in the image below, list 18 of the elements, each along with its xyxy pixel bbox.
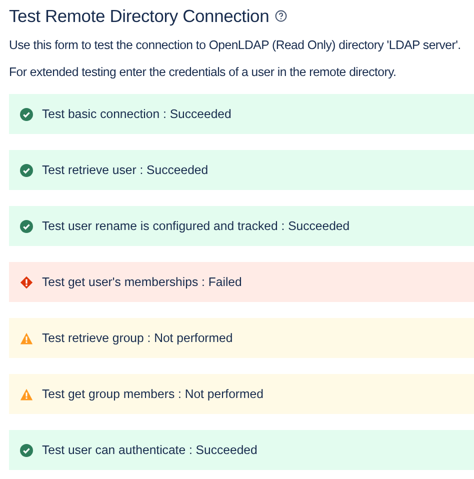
result-text: Test retrieve user : Succeeded [42, 163, 208, 177]
check-circle-icon [20, 220, 33, 232]
error-icon [20, 276, 33, 288]
warning-icon [20, 388, 33, 400]
result-text: Test retrieve group : Not performed [42, 331, 233, 345]
description-text: Use this form to test the connection to OpenLDAP (Read Only) directory 'LDAP server'. [9, 37, 462, 54]
check-circle-icon [20, 444, 33, 456]
result-text: Test basic connection : Succeeded [42, 107, 232, 121]
page-title: Test Remote Directory Connection [9, 6, 270, 26]
check-circle-icon [20, 164, 33, 176]
result-text: Test user can authenticate : Succeeded [42, 443, 258, 457]
result-text: Test get user's memberships : Failed [42, 275, 242, 289]
result-text: Test get group members : Not performed [42, 387, 264, 401]
result-text: Test user rename is configured and tracked : Succeeded [42, 219, 350, 233]
check-circle-icon [20, 108, 33, 120]
warning-icon [20, 332, 33, 344]
description-text: For extended testing enter the credentials of a user in the remote directory. [9, 64, 398, 81]
help-icon[interactable] [275, 10, 288, 22]
